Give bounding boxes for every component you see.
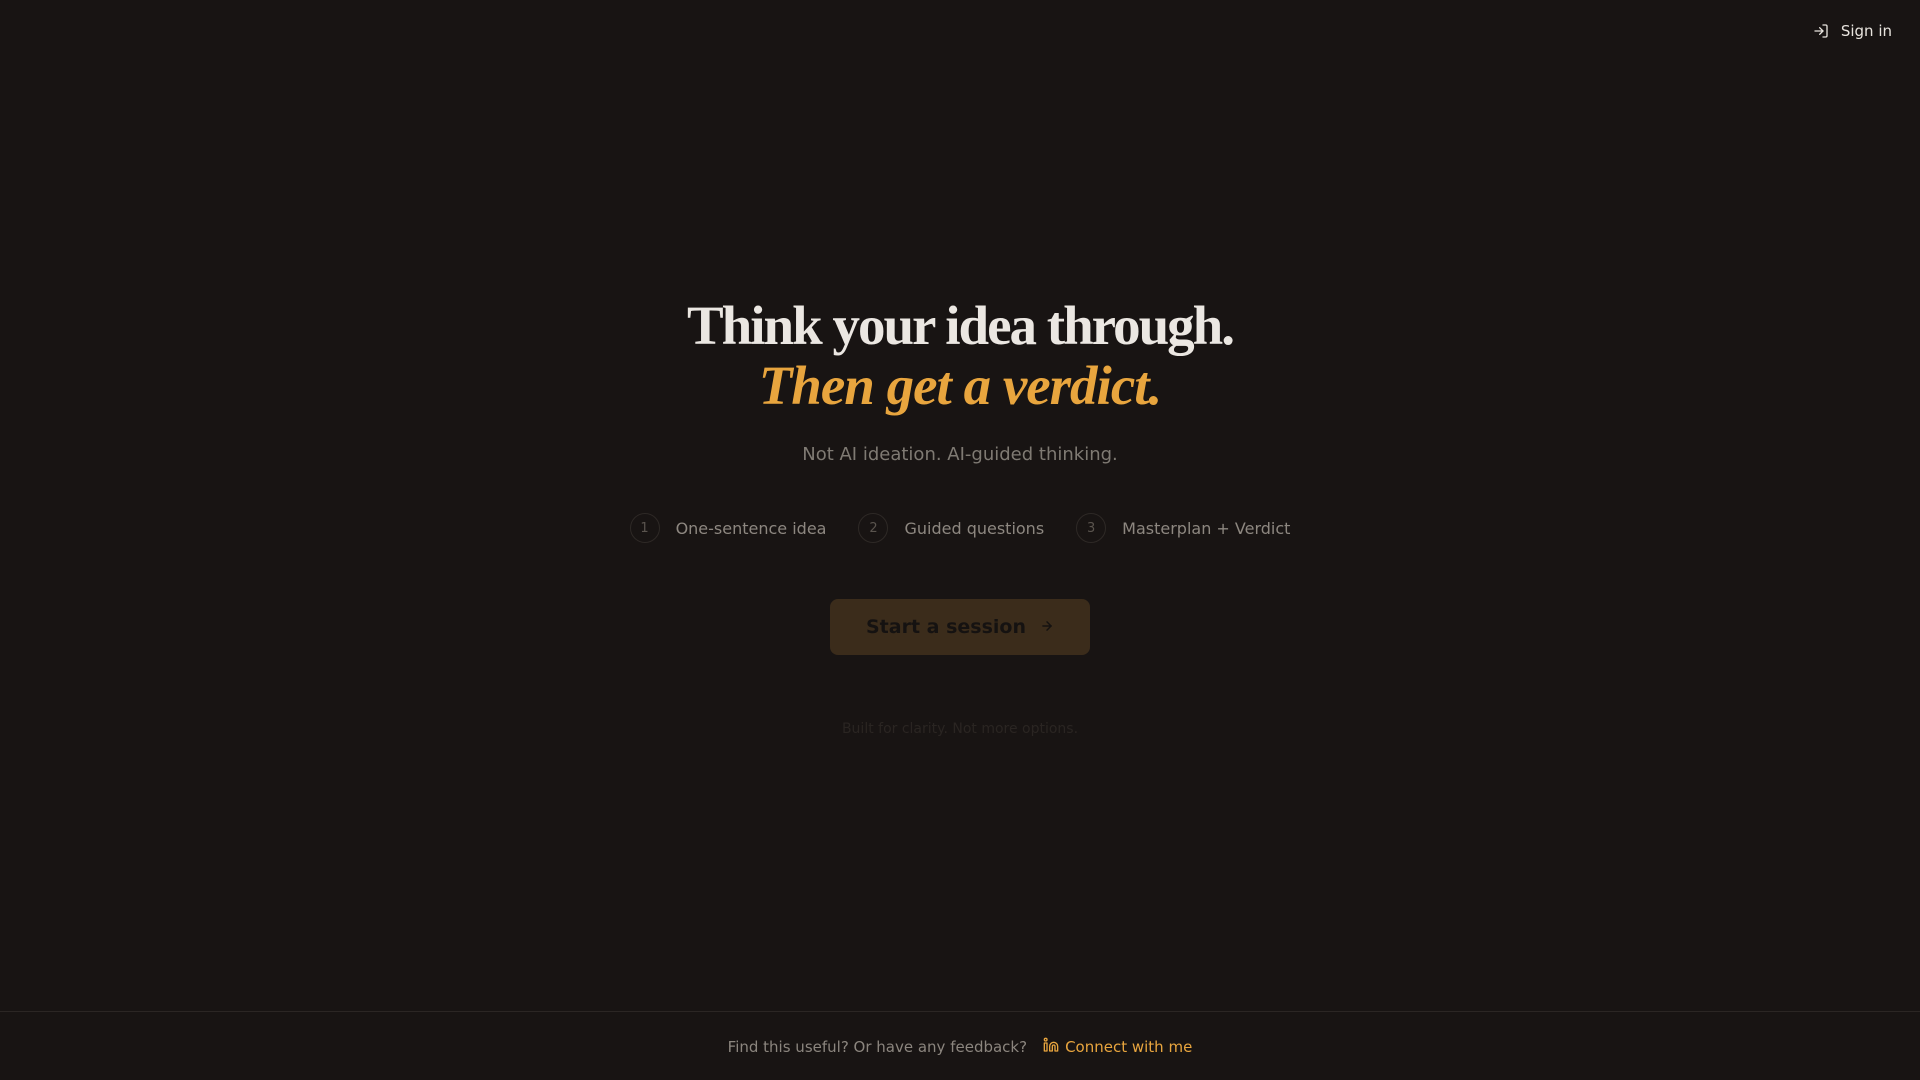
landing-page: Sign in Think your idea through. Then ge… (0, 0, 1920, 1080)
connect-link[interactable]: Connect with me (1043, 1037, 1192, 1057)
step-3: 3 Masterplan + Verdict (1076, 513, 1290, 543)
step-2: 2 Guided questions (858, 513, 1044, 543)
log-in-icon (1813, 23, 1829, 39)
footer-text: Find this useful? Or have any feedback? (727, 1037, 1028, 1056)
step-label: Masterplan + Verdict (1122, 518, 1291, 538)
arrow-right-icon (1040, 616, 1054, 638)
tagline: Built for clarity. Not more options. (841, 721, 1079, 737)
headline-line-1: Think your idea through. (686, 295, 1235, 356)
connect-label: Connect with me (1065, 1037, 1193, 1056)
step-number: 3 (1076, 513, 1107, 543)
steps-list: 1 One-sentence idea 2 Guided questions 3… (0, 513, 1920, 543)
cta-wrapper: Start a session (0, 599, 1920, 655)
subtitle: Not AI ideation. AI-guided thinking. (802, 444, 1118, 465)
linkedin-icon (1043, 1037, 1059, 1057)
step-1: 1 One-sentence idea (629, 513, 827, 543)
step-label: One-sentence idea (675, 518, 827, 538)
step-number: 2 (858, 513, 889, 543)
sign-in-label: Sign in (1840, 22, 1892, 40)
start-session-button[interactable]: Start a session (830, 599, 1090, 655)
step-number: 1 (629, 513, 660, 543)
headline-line-2: Then get a verdict. (758, 355, 1163, 416)
start-session-label: Start a session (866, 616, 1026, 638)
hero-section: Think your idea through. Then get a verd… (0, 296, 1920, 737)
step-label: Guided questions (904, 518, 1045, 538)
sign-in-button[interactable]: Sign in (1813, 22, 1892, 40)
footer: Find this useful? Or have any feedback? … (0, 1011, 1920, 1080)
